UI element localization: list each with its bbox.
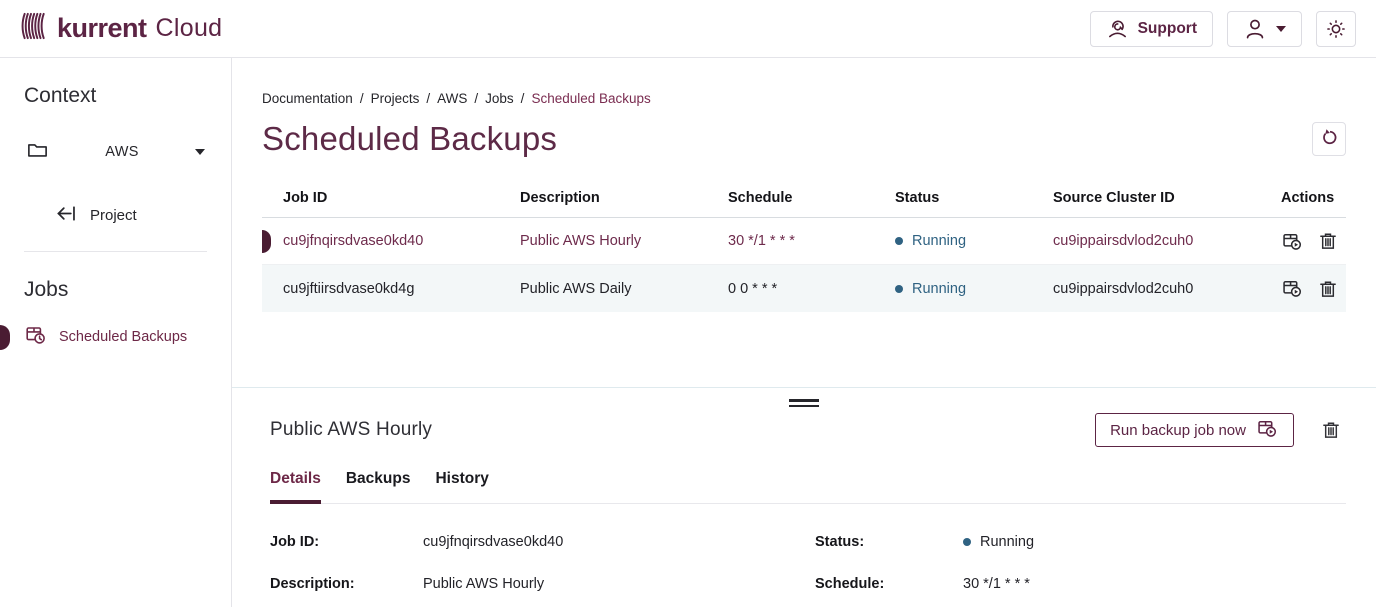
breadcrumb-jobs[interactable]: Jobs: [485, 91, 514, 106]
drag-handle-line: [789, 399, 819, 402]
logo-wordmark: kurrent: [57, 13, 147, 44]
status-label: Status:: [815, 534, 963, 550]
status-dot: [895, 237, 903, 245]
breadcrumb-current: Scheduled Backups: [531, 91, 650, 106]
schedule-value: 30 */1 * * *: [963, 576, 1346, 592]
breadcrumb-separator: /: [360, 91, 364, 106]
status-dot: [963, 538, 971, 546]
cell-description: Public AWS Hourly: [520, 233, 728, 249]
cell-job-id: cu9jfnqirsdvase0kd40: [283, 233, 520, 249]
refresh-button[interactable]: [1312, 122, 1346, 156]
logo-cloud-suffix: Cloud: [156, 14, 223, 43]
org-selector-value: AWS: [49, 144, 195, 160]
theme-toggle-button[interactable]: [1316, 11, 1356, 47]
job-id-label: Job ID:: [270, 534, 423, 550]
sidebar: Context AWS Project Jobs: [0, 58, 232, 607]
job-id-value: cu9jfnqirsdvase0kd40: [423, 534, 815, 550]
breadcrumb-documentation[interactable]: Documentation: [262, 91, 353, 106]
project-label: Project: [90, 207, 137, 224]
sidebar-divider: [24, 251, 207, 252]
sidebar-item-label: Scheduled Backups: [59, 329, 187, 345]
support-headset-icon: [1106, 17, 1129, 40]
scheduled-backups-table: Job ID Description Schedule Status Sourc…: [262, 178, 1346, 312]
table-row[interactable]: cu9jftiirsdvase0kd4g Public AWS Daily 0 …: [262, 265, 1346, 312]
drag-handle-line: [789, 405, 819, 408]
breadcrumb-separator: /: [426, 91, 430, 106]
active-indicator: [0, 325, 10, 350]
back-arrow-icon: [54, 202, 79, 229]
run-backup-icon: [1256, 417, 1279, 444]
table-row[interactable]: cu9jfnqirsdvase0kd40 Public AWS Hourly 3…: [262, 218, 1346, 265]
cell-actions: [1281, 277, 1346, 300]
breadcrumb-projects[interactable]: Projects: [371, 91, 420, 106]
delete-icon[interactable]: [1317, 278, 1339, 300]
breadcrumb-separator: /: [474, 91, 478, 106]
column-header-status: Status: [895, 190, 1053, 206]
delete-icon[interactable]: [1317, 230, 1339, 252]
column-header-source-cluster-id: Source Cluster ID: [1053, 190, 1281, 206]
cell-status: Running: [895, 281, 1053, 297]
detail-tabs: Details Backups History: [270, 470, 1346, 504]
status-dot: [895, 285, 903, 293]
tab-details[interactable]: Details: [270, 470, 321, 504]
column-header-job-id: Job ID: [283, 190, 520, 206]
sun-icon: [1325, 18, 1347, 40]
breadcrumb-separator: /: [521, 91, 525, 106]
user-icon: [1243, 17, 1267, 41]
page-title: Scheduled Backups: [262, 120, 557, 158]
support-label: Support: [1138, 20, 1197, 38]
sidebar-item-scheduled-backups[interactable]: Scheduled Backups: [0, 322, 231, 352]
status-text: Running: [980, 534, 1034, 550]
description-label: Description:: [270, 576, 423, 592]
main-content: Documentation / Projects / AWS / Jobs / …: [232, 58, 1376, 607]
column-header-description: Description: [520, 190, 728, 206]
status-value: Running: [963, 534, 1346, 550]
cell-source-cluster-id: cu9ippairsdvlod2cuh0: [1053, 233, 1281, 249]
run-backup-icon[interactable]: [1281, 277, 1304, 300]
backup-clock-icon: [24, 323, 48, 351]
run-backup-job-now-button[interactable]: Run backup job now: [1095, 413, 1294, 447]
status-label: Running: [912, 281, 966, 297]
description-value: Public AWS Hourly: [423, 576, 815, 592]
detail-panel-title: Public AWS Hourly: [270, 419, 432, 441]
back-to-project-link[interactable]: Project: [54, 202, 231, 229]
status-label: Running: [912, 233, 966, 249]
cell-description: Public AWS Daily: [520, 281, 728, 297]
job-detail-panel: Public AWS Hourly Run backup job now: [232, 387, 1376, 607]
selected-row-indicator: [262, 230, 271, 253]
kurrent-cloud-logo[interactable]: kurrent Cloud: [20, 11, 222, 46]
breadcrumb: Documentation / Projects / AWS / Jobs / …: [232, 58, 1376, 106]
tab-backups[interactable]: Backups: [346, 470, 411, 504]
breadcrumb-aws[interactable]: AWS: [437, 91, 467, 106]
cell-status: Running: [895, 233, 1053, 249]
column-header-schedule: Schedule: [728, 190, 895, 206]
detail-fields: Job ID: cu9jfnqirsdvase0kd40 Status: Run…: [270, 534, 1346, 592]
cell-schedule: 30 */1 * * *: [728, 233, 895, 249]
refresh-icon: [1319, 127, 1340, 151]
column-header-actions: Actions: [1281, 190, 1346, 206]
org-selector[interactable]: AWS: [26, 138, 205, 166]
header-actions: Support: [1090, 11, 1356, 47]
jobs-heading: Jobs: [24, 278, 231, 302]
cell-schedule: 0 0 * * *: [728, 281, 895, 297]
context-heading: Context: [24, 84, 231, 108]
delete-job-icon[interactable]: [1320, 419, 1342, 441]
cell-job-id: cu9jftiirsdvase0kd4g: [283, 281, 520, 297]
cell-actions: [1281, 230, 1346, 253]
table-header-row: Job ID Description Schedule Status Sourc…: [262, 178, 1346, 218]
cell-source-cluster-id: cu9ippairsdvlod2cuh0: [1053, 281, 1281, 297]
tab-history[interactable]: History: [435, 470, 488, 504]
folder-icon: [26, 138, 49, 166]
chevron-down-icon: [1276, 26, 1286, 32]
panel-resize-handle[interactable]: [789, 399, 819, 410]
schedule-label: Schedule:: [815, 576, 963, 592]
app-header: kurrent Cloud Support: [0, 0, 1376, 58]
run-button-label: Run backup job now: [1110, 422, 1246, 439]
support-button[interactable]: Support: [1090, 11, 1213, 47]
wave-logo-icon: [20, 11, 48, 46]
user-menu-button[interactable]: [1227, 11, 1302, 47]
chevron-down-icon: [195, 149, 205, 155]
run-backup-icon[interactable]: [1281, 230, 1304, 253]
